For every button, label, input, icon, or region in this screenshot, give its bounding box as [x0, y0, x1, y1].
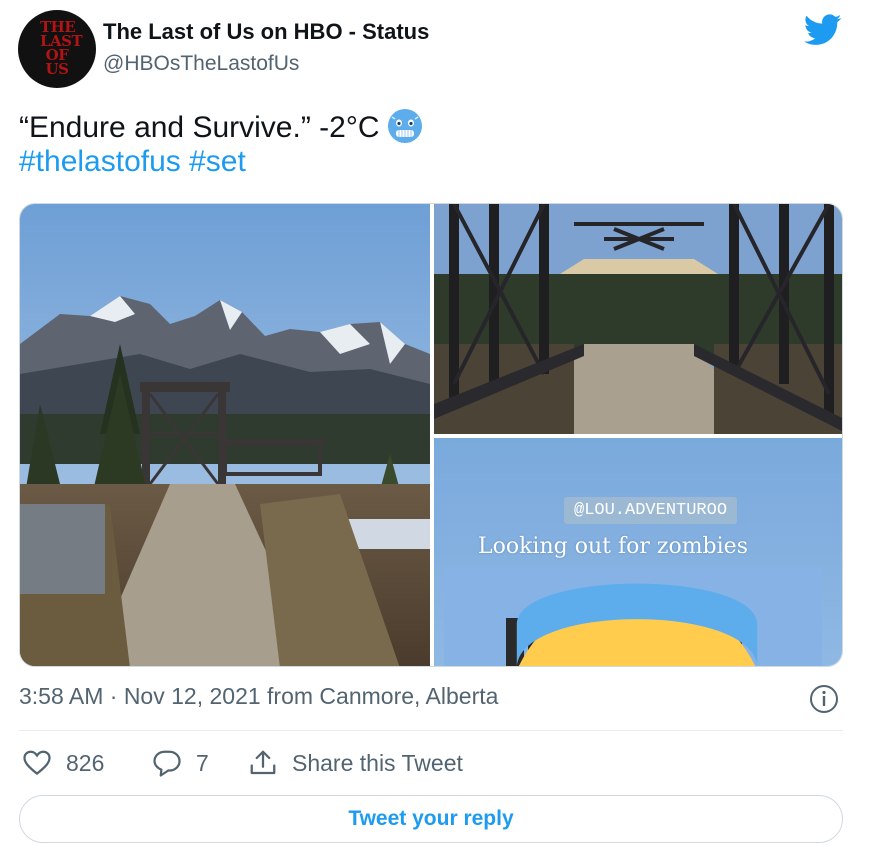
speech-bubble-icon [153, 750, 181, 777]
tweet-text-content: “Endure and Survive.” -2°C [19, 111, 380, 144]
avatar-logo: THE LAST OF US [40, 18, 83, 78]
reply-button[interactable]: 7 [152, 745, 209, 781]
photo-mountain-bridge[interactable] [20, 204, 430, 666]
screaming-face-emoji-icon [516, 583, 758, 666]
like-button[interactable]: 826 [22, 745, 104, 781]
heart-icon [23, 750, 51, 776]
like-count: 826 [66, 749, 105, 776]
hashtag-link[interactable]: #set [189, 145, 246, 178]
overlay-tag: @LOU.ADVENTUROO [564, 497, 738, 524]
divider [19, 730, 843, 731]
tweet-text: “Endure and Survive.” -2°C [19, 108, 423, 145]
photo-bridge-walkway[interactable] [434, 204, 842, 434]
tweet-card: THE LAST OF US The Last of Us on HBO - S… [0, 0, 871, 856]
share-icon [250, 750, 276, 775]
media-grid: @LOU.ADVENTUROO Looking out for zombies [19, 203, 843, 667]
tweet-timestamp[interactable]: 3:58 AM · Nov 12, 2021 from Canmore, Alb… [19, 683, 498, 710]
avatar[interactable]: THE LAST OF US [18, 10, 96, 88]
hashtags: #thelastofus #set [19, 145, 246, 179]
author-display-name[interactable]: The Last of Us on HBO - Status [103, 19, 429, 45]
author-handle[interactable]: @HBOsTheLastofUs [103, 52, 299, 76]
photo-zombies-caption[interactable]: @LOU.ADVENTUROO Looking out for zombies [434, 438, 842, 666]
twitter-bird-icon[interactable] [804, 14, 842, 46]
info-icon[interactable] [808, 683, 840, 715]
cold-face-emoji-icon [388, 109, 423, 143]
overlay-caption: Looking out for zombies [478, 534, 784, 666]
share-label: Share this Tweet [292, 749, 463, 776]
overlay-caption-text: Looking out for zombies [478, 534, 748, 559]
reply-count: 7 [196, 749, 209, 776]
tweet-your-reply-button[interactable]: Tweet your reply [19, 795, 843, 843]
share-button[interactable]: Share this Tweet [248, 745, 463, 781]
hashtag-link[interactable]: #thelastofus [19, 145, 181, 178]
